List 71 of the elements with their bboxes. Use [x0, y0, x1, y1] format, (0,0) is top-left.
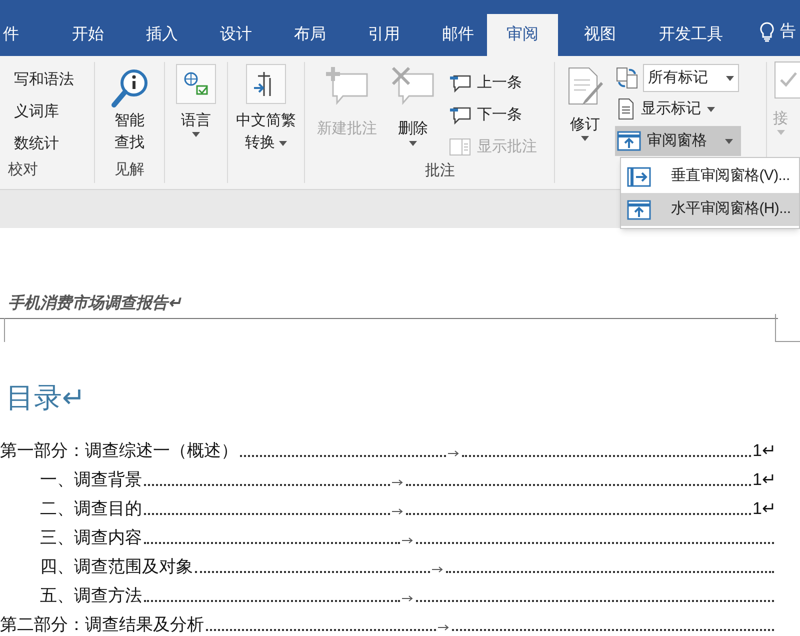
- comment-arrow-icon: [449, 73, 471, 93]
- tab-mark-icon: [402, 537, 414, 544]
- toc-entry[interactable]: 一、调查背景: [40, 468, 142, 492]
- page-number: 1↵: [752, 440, 776, 462]
- menu-item[interactable]: 水平审阅窗格(H)...: [621, 193, 799, 226]
- toc-heading: 目录↵: [6, 382, 85, 413]
- tab-mark-icon: [448, 450, 460, 457]
- toc-entry[interactable]: 五、调查方法: [40, 584, 142, 608]
- delete-comment-button[interactable]: 删除: [383, 66, 443, 160]
- smart-lookup-button[interactable]: 智能 查找: [110, 68, 148, 154]
- ribbon-tab[interactable]: 审阅: [487, 14, 558, 56]
- document-icon: [617, 98, 635, 120]
- toc-entry[interactable]: 第一部分：调查综述一（概述）: [0, 439, 238, 463]
- group-label: 批注: [425, 161, 456, 181]
- caret-icon: [279, 140, 288, 146]
- comment-arrow-icon: [449, 105, 471, 125]
- group-label: 校对: [7, 160, 39, 180]
- chinese-conversion-button[interactable]: 中文简繁 转换: [236, 64, 296, 154]
- caret-icon: [777, 130, 785, 135]
- menu-item[interactable]: 垂直审阅窗格(V)...: [621, 160, 799, 193]
- language-button[interactable]: 语言: [176, 64, 216, 137]
- caret-icon: [707, 106, 715, 112]
- toc-entry[interactable]: 二、调查目的: [40, 497, 142, 521]
- horizontal-pane-icon: [627, 200, 651, 220]
- conversion-icon: [246, 64, 286, 104]
- vertical-pane-icon: [627, 166, 651, 186]
- tab-mark-icon: [432, 566, 444, 573]
- comment-plus-icon: [325, 66, 369, 106]
- header-text: 手机消费市场调查报告↵: [8, 295, 181, 312]
- tab-mark-icon: [438, 624, 450, 631]
- tab-mark-icon: [392, 479, 404, 486]
- lightbulb-icon: [760, 22, 774, 42]
- reviewing-pane-button[interactable]: 审阅窗格: [615, 126, 741, 156]
- ribbon-tab[interactable]: 插入: [132, 14, 192, 56]
- margin-corner: [775, 314, 800, 342]
- comment-x-icon: [391, 66, 435, 106]
- toc-entry[interactable]: 第二部分：调查结果及分析: [0, 613, 204, 636]
- toc-entry[interactable]: 四、调查范围及对象: [40, 555, 193, 579]
- page-number: 1↵: [752, 498, 776, 520]
- ribbon-tab[interactable]: 引用: [354, 14, 414, 56]
- ribbon-tab[interactable]: 布局: [280, 14, 340, 56]
- tell-me-box[interactable]: 告: [780, 20, 796, 44]
- comments-pane-icon: [449, 137, 471, 157]
- magnifier-icon: [110, 68, 148, 110]
- page-number: 1↵: [752, 469, 776, 491]
- proofing-command[interactable]: 写和语法: [14, 68, 94, 92]
- caret-icon: [192, 132, 200, 137]
- caret-icon: [581, 136, 589, 141]
- toc-entry[interactable]: 三、调查内容: [40, 526, 142, 550]
- ribbon-tab[interactable]: 开发工具: [646, 14, 736, 56]
- show-markup-button[interactable]: 显示标记: [615, 95, 741, 123]
- previous-comment-button[interactable]: 上一条: [449, 70, 537, 96]
- ribbon-tab[interactable]: 开始: [58, 14, 118, 56]
- proofing-command[interactable]: 数统计: [14, 132, 94, 156]
- ribbon-tab[interactable]: 件: [0, 14, 22, 56]
- language-check-icon: [176, 64, 216, 104]
- caret-icon: [725, 138, 733, 144]
- proofing-command[interactable]: 义词库: [14, 100, 94, 124]
- caret-icon: [409, 140, 417, 146]
- next-comment-button[interactable]: 下一条: [449, 102, 537, 128]
- ribbon-tab[interactable]: 设计: [206, 14, 266, 56]
- tab-mark-icon: [402, 595, 414, 602]
- markup-swap-icon: [615, 66, 639, 90]
- ribbon-tab[interactable]: 视图: [572, 14, 628, 56]
- track-changes-button[interactable]: 修订: [555, 64, 615, 183]
- ribbon-tab[interactable]: 邮件: [428, 14, 488, 56]
- markup-dropdown[interactable]: 所有标记: [643, 64, 739, 92]
- tab-mark-icon: [392, 508, 404, 515]
- horizontal-pane-icon: [617, 131, 641, 151]
- caret-icon: [726, 76, 734, 80]
- group-label: 见解: [114, 160, 144, 180]
